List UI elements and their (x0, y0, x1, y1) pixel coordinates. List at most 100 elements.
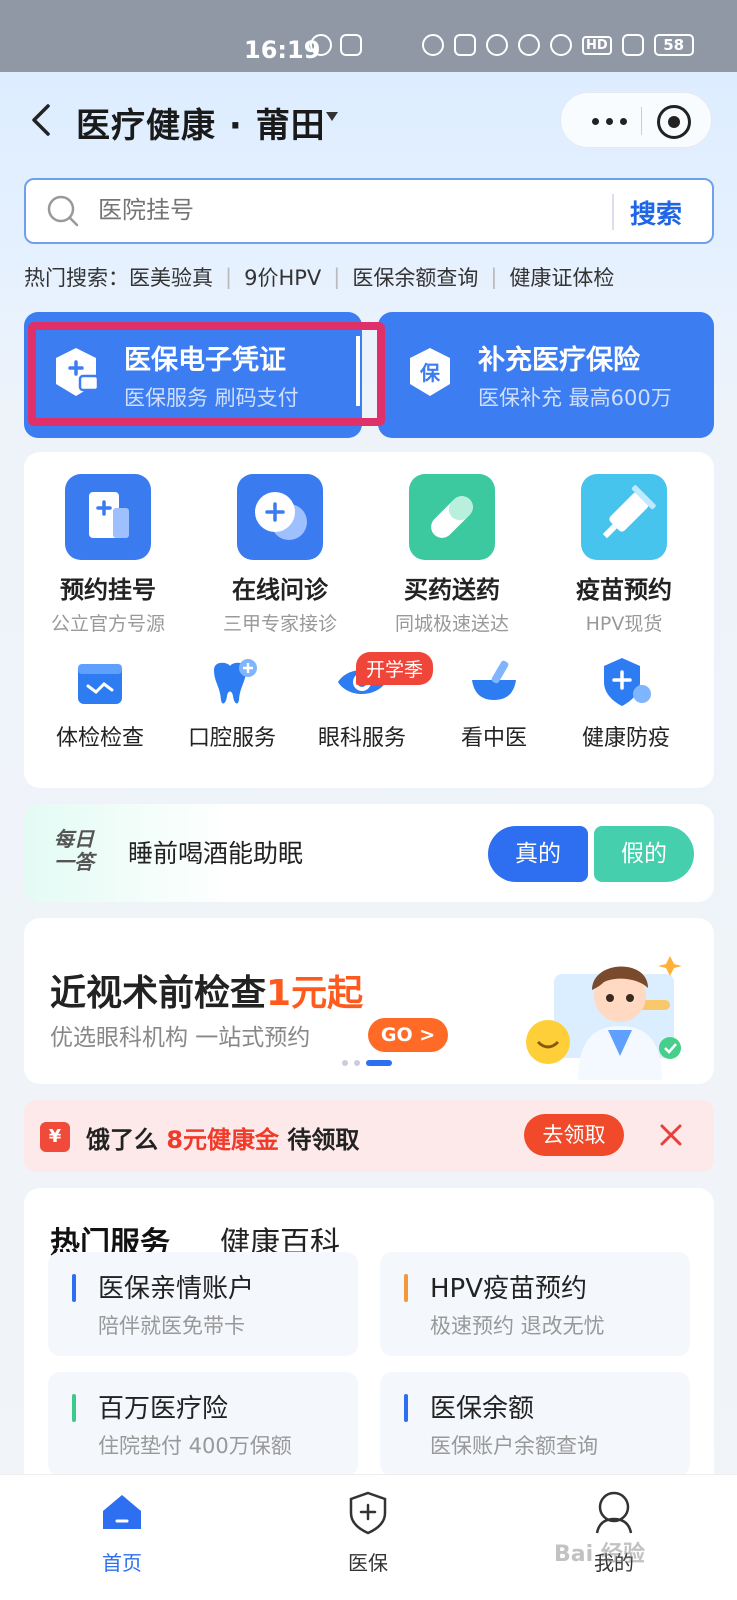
wifi-icon (550, 34, 572, 56)
search-button[interactable]: 搜索 (630, 194, 682, 231)
hot-service-title: 百万医疗险 (98, 1394, 229, 1424)
hot-service-subtitle: 陪伴就医免带卡 (98, 1314, 245, 1338)
service-registration[interactable]: 预约挂号 公立官方号源 (24, 474, 192, 636)
supplementary-insurance-card[interactable]: 保 补充医疗保险 医保补充 最高600万 (378, 312, 714, 438)
card-title: 医保电子凭证 (124, 345, 286, 376)
hot-search-item[interactable]: 医美验真 (129, 262, 213, 292)
promo-subtitle: 优选眼科机构 一站式预约 (50, 1025, 311, 1051)
card-accent-bar (404, 1394, 408, 1422)
syringe-icon (581, 474, 667, 560)
status-time: 16:19 (244, 36, 321, 64)
hot-search-item[interactable]: 健康证体检 (509, 262, 614, 292)
mini-service-tcm[interactable]: 看中医 (428, 656, 560, 752)
chat-consult-icon (237, 474, 323, 560)
coupon-yen-icon: ¥ (40, 1122, 70, 1152)
calendar-check-icon (74, 656, 126, 708)
profile-icon (595, 1491, 633, 1534)
wechat-icon (310, 34, 332, 56)
claim-button[interactable]: 去领取 (524, 1114, 624, 1156)
nfc-icon (454, 34, 476, 56)
miniapp-capsule (560, 92, 712, 148)
hot-search-separator: | (490, 265, 498, 289)
mini-service-title: 体检检查 (55, 726, 144, 751)
promo-badge: 开学季 (356, 652, 434, 685)
shield-plus-icon (349, 1491, 387, 1535)
hot-service-title: 医保亲情账户 (98, 1274, 255, 1304)
headphones-icon (518, 34, 540, 56)
card-accent-bar (72, 1394, 76, 1422)
shield-bao-icon: 保 (410, 348, 450, 396)
page-title[interactable]: 医疗健康 · 莆田 (76, 98, 326, 147)
back-button[interactable] (22, 100, 62, 140)
service-medicine-delivery[interactable]: 买药送药 同城极速送达 (368, 474, 536, 636)
more-button[interactable] (579, 93, 639, 149)
mini-service-title: 看中医 (460, 726, 527, 751)
service-online-consult[interactable]: 在线问诊 三甲专家接诊 (196, 474, 364, 636)
status-bar: 16:19 HD 58 (0, 0, 737, 72)
nav-label: 首页 (102, 1551, 142, 1575)
close-miniapp-icon[interactable] (657, 105, 691, 139)
service-subtitle: 三甲专家接诊 (222, 613, 337, 635)
medical-insurance-card[interactable]: 医保电子凭证 医保服务 刷码支付 (24, 312, 362, 438)
watermark: Bai 经验 (554, 1542, 645, 1567)
hot-search-label: 热门搜索： (24, 266, 129, 290)
doctor-illustration (526, 956, 682, 1080)
hot-service-card[interactable]: HPV疫苗预约 极速预约 退改无忧 (380, 1252, 690, 1356)
service-subtitle: 公立官方号源 (50, 613, 165, 635)
hot-search-item[interactable]: 9价HPV (244, 262, 321, 292)
status-right-icons: HD 58 (422, 34, 694, 56)
coupon-strip[interactable]: ¥ 饿了么 8元健康金 待领取 去领取 (24, 1100, 714, 1172)
svg-text:保: 保 (419, 361, 441, 385)
mini-service-title: 健康防疫 (581, 726, 670, 751)
registration-icon (65, 474, 151, 560)
nav-home[interactable]: 首页 (62, 1489, 182, 1576)
caret-down-icon[interactable] (326, 112, 338, 121)
hot-service-subtitle: 医保账户余额查询 (430, 1434, 598, 1458)
service-subtitle: 同城极速送达 (394, 613, 509, 635)
eye-icon (422, 34, 444, 56)
quiz-true-button[interactable]: 真的 (488, 826, 588, 882)
promo-go-button[interactable]: GO > (368, 1018, 448, 1052)
hot-search-item[interactable]: 医保余额查询 (352, 262, 478, 292)
alarm-icon (486, 34, 508, 56)
hot-service-card[interactable]: 百万医疗险 住院垫付 400万保额 (48, 1372, 358, 1476)
hd-icon: HD (582, 35, 612, 55)
pill-icon (409, 474, 495, 560)
hot-services-panel: 热门服务 健康百科 医保亲情账户 陪伴就医免带卡 HPV疫苗预约 极速预约 退改… (24, 1188, 714, 1488)
highlight-annotation-bar (356, 336, 360, 406)
search-icon (47, 195, 79, 227)
quiz-false-button[interactable]: 假的 (594, 826, 694, 882)
close-icon[interactable] (654, 1118, 688, 1152)
carousel-dot-active (366, 1060, 392, 1066)
nav-insurance[interactable]: 医保 (308, 1489, 428, 1576)
daily-quiz-logo: 每日 一答 (54, 827, 94, 874)
service-subtitle: HPV现货 (585, 613, 663, 635)
card-subtitle: 医保补充 最高600万 (478, 386, 672, 410)
tooth-icon (206, 656, 258, 708)
promo-banner[interactable]: 近视术前检查1元起 优选眼科机构 一站式预约 GO > (24, 918, 714, 1084)
service-vaccine[interactable]: 疫苗预约 HPV现货 (540, 474, 708, 636)
hot-search: 热门搜索： 医美验真 | 9价HPV | 医保余额查询 | 健康证体检 (24, 262, 614, 292)
search-input[interactable] (98, 196, 578, 224)
hot-service-card[interactable]: 医保亲情账户 陪伴就医免带卡 (48, 1252, 358, 1356)
search-bar[interactable]: 搜索 (24, 178, 714, 244)
nav-label: 医保 (348, 1551, 388, 1575)
capsule-divider (641, 107, 642, 135)
hot-service-card[interactable]: 医保余额 医保账户余额查询 (380, 1372, 690, 1476)
home-icon (103, 1495, 141, 1529)
carousel-dot (354, 1060, 360, 1066)
hot-service-subtitle: 极速预约 退改无忧 (430, 1314, 605, 1338)
carousel-dots (342, 1060, 392, 1066)
shield-plus-icon (600, 656, 652, 708)
service-title: 预约挂号 (60, 576, 156, 604)
services-panel: 预约挂号 公立官方号源 在线问诊 三甲专家接诊 买药送药 同城极速送达 疫苗预约… (24, 452, 714, 788)
card-accent-bar (404, 1274, 408, 1302)
mini-service-dental[interactable]: 口腔服务 (166, 656, 298, 752)
battery-icon: 58 (653, 34, 694, 56)
card-title: 补充医疗保险 (478, 345, 640, 376)
service-title: 疫苗预约 (576, 576, 672, 604)
quiz-question: 睡前喝酒能助眠 (128, 839, 304, 868)
mini-service-prevention[interactable]: 健康防疫 (560, 656, 692, 752)
chevron-left-icon (32, 104, 50, 136)
mini-service-checkup[interactable]: 体检检查 (34, 656, 166, 752)
